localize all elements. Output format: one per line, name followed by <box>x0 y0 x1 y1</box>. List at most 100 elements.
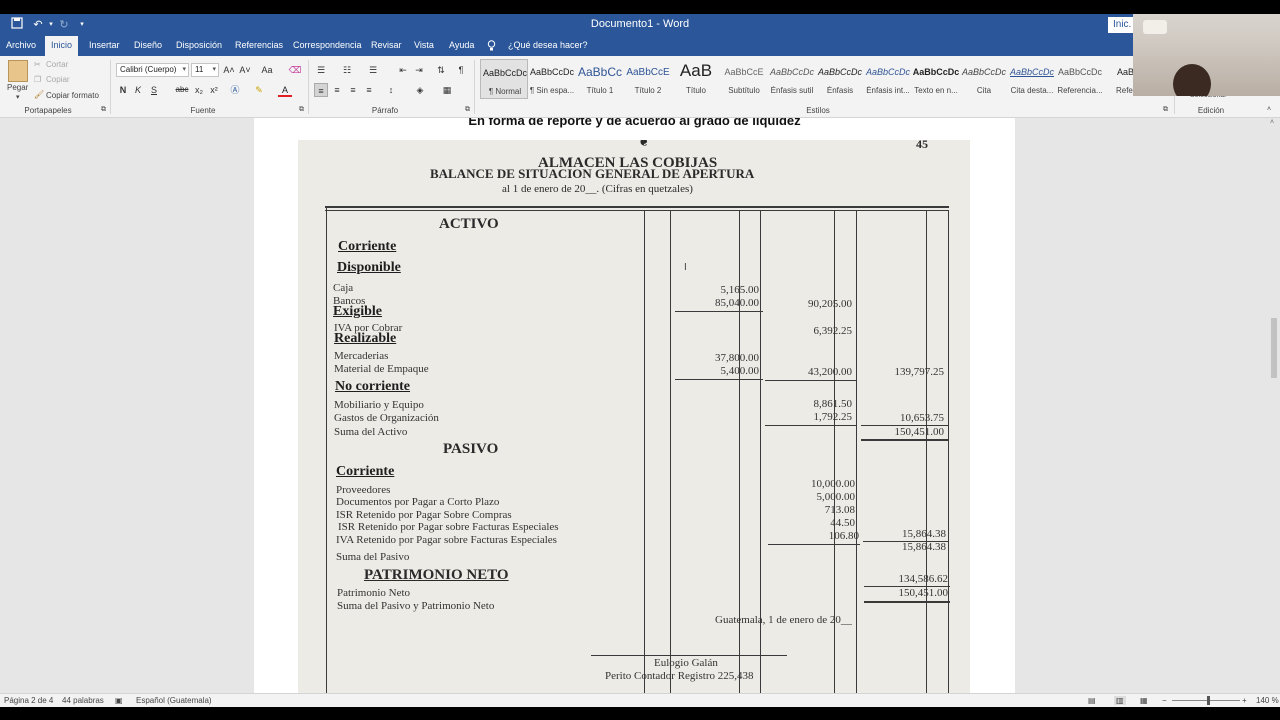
clipboard-group-label: Portapapeles <box>24 106 72 115</box>
zoom-slider[interactable] <box>1172 700 1240 701</box>
multilevel-list-icon[interactable]: ☰ <box>366 63 380 77</box>
align-left-icon[interactable]: ≡ <box>314 83 328 97</box>
style-titulo-1[interactable]: AaBbCc Título 1 <box>576 59 624 99</box>
superscript-button[interactable]: x² <box>207 83 221 97</box>
bold-button[interactable]: N <box>116 83 130 97</box>
style-titulo[interactable]: AaB Título <box>672 59 720 99</box>
style-cita[interactable]: AaBbCcDc Cita <box>960 59 1008 99</box>
collapse-ribbon-icon[interactable]: ˄ <box>1267 106 1271 113</box>
style-referencia-sutil[interactable]: AaBbCcDc Referencia... <box>1056 59 1104 99</box>
paragraph-group-label: Párrafo <box>371 106 399 115</box>
font-launcher-icon[interactable]: ⧉ <box>299 106 304 114</box>
scan-n-proveedores: 10,000.00 <box>811 478 855 490</box>
shading-icon[interactable]: ◈ <box>413 83 427 97</box>
sort-icon[interactable]: ⇅ <box>434 63 448 77</box>
copy-icon: ❐ <box>34 75 42 84</box>
tab-diseno[interactable]: Diseño <box>128 36 168 56</box>
word-count[interactable]: 44 palabras <box>62 696 104 705</box>
style-titulo-2[interactable]: AaBbCcE Título 2 <box>624 59 672 99</box>
font-name-combo[interactable]: Calibri (Cuerpo) ▾ <box>116 63 189 77</box>
tab-correspondencia[interactable]: Correspondencia <box>287 36 368 56</box>
bullets-icon[interactable]: ☰ <box>314 63 328 77</box>
highlight-icon[interactable]: ✎ <box>252 83 266 97</box>
strikethrough-button[interactable]: abc <box>173 83 191 97</box>
zoom-out-icon[interactable]: − <box>1162 696 1167 705</box>
title-bar: ↶ ▾ ↻ ▾ Documento1 - Word Inic. <box>0 14 1280 36</box>
style-enfasis-intenso[interactable]: AaBbCcDc Énfasis int... <box>864 59 912 99</box>
align-right-icon[interactable]: ≡ <box>346 83 360 97</box>
scroll-up-icon[interactable]: ˄ <box>1270 119 1274 126</box>
font-color-icon[interactable]: A <box>278 83 292 97</box>
scan-firma-nombre: Eulogio Galán <box>654 657 718 669</box>
zoom-in-icon[interactable]: + <box>1242 696 1247 705</box>
paste-dropdown-icon[interactable]: ▾ <box>16 93 20 101</box>
line-spacing-icon[interactable]: ↕ <box>384 83 398 97</box>
tab-disposicion[interactable]: Disposición <box>170 36 228 56</box>
zoom-level[interactable]: 140 % <box>1256 696 1279 705</box>
styles-group-label: Estilos <box>806 106 830 115</box>
tab-inicio[interactable]: Inicio <box>45 36 79 56</box>
pilcrow-icon[interactable]: ¶ <box>454 63 468 77</box>
tab-vista[interactable]: Vista <box>408 36 440 56</box>
scrollbar-thumb[interactable] <box>1271 318 1277 378</box>
proofing-icon[interactable]: ▣ <box>115 696 123 705</box>
tab-archivo[interactable]: Archivo <box>0 36 42 56</box>
justify-icon[interactable]: ≡ <box>362 83 376 97</box>
print-layout-icon[interactable]: ▥ <box>1114 696 1126 705</box>
vertical-scrollbar[interactable]: ˄ <box>1268 118 1280 693</box>
italic-button[interactable]: K <box>131 83 145 97</box>
scan-disponible: Disponible <box>337 260 401 275</box>
style-sin-espaciado[interactable]: AaBbCcDc ¶ Sin espa... <box>528 59 576 99</box>
subscript-button[interactable]: x₂ <box>192 83 206 97</box>
text-effects-icon[interactable]: Ⓐ <box>228 83 242 97</box>
copy-button[interactable]: Copiar <box>46 75 70 84</box>
decrease-indent-icon[interactable]: ⇤ <box>396 63 410 77</box>
tab-ayuda[interactable]: Ayuda <box>443 36 480 56</box>
grow-font-button[interactable]: A˄ <box>222 63 236 77</box>
style-enfasis-sutil[interactable]: AaBbCcDc Énfasis sutil <box>768 59 816 99</box>
paste-icon[interactable] <box>8 60 28 82</box>
font-size-combo[interactable]: 11 ▾ <box>191 63 219 77</box>
format-painter-button[interactable]: Copiar formato <box>46 91 99 100</box>
underline-button[interactable]: S <box>147 83 161 97</box>
col-rule <box>644 210 645 693</box>
paste-button[interactable]: Pegar <box>7 83 28 92</box>
style-name: Énfasis sutil <box>770 86 814 95</box>
tab-insertar[interactable]: Insertar <box>83 36 126 56</box>
clear-format-icon[interactable]: ⌫ <box>288 63 302 77</box>
font-name-value: Calibri (Cuerpo) <box>120 65 177 74</box>
tell-me-search[interactable]: ¿Qué desea hacer? <box>502 36 594 56</box>
styles-launcher-icon[interactable]: ⧉ <box>1163 106 1168 114</box>
borders-icon[interactable]: ▦ <box>440 83 454 97</box>
change-case-button[interactable]: Aa <box>258 63 276 77</box>
align-center-icon[interactable]: ≡ <box>330 83 344 97</box>
shrink-font-button[interactable]: A˅ <box>238 63 252 77</box>
scan-n-corriente: 139,797.25 <box>894 366 945 378</box>
total-double-rule <box>864 601 950 603</box>
paragraph-launcher-icon[interactable]: ⧉ <box>465 106 470 114</box>
cut-button[interactable]: Cortar <box>46 60 68 69</box>
tab-referencias[interactable]: Referencias <box>229 36 289 56</box>
numbering-icon[interactable]: ☷ <box>340 63 354 77</box>
style-preview: AaBbCc <box>577 65 623 79</box>
read-mode-icon[interactable]: ▤ <box>1088 696 1096 705</box>
increase-indent-icon[interactable]: ⇥ <box>412 63 426 77</box>
style-referencia-intensa[interactable]: AaBb Refere <box>1104 59 1134 99</box>
language-indicator[interactable]: Español (Guatemala) <box>136 696 212 705</box>
style-texto-negrita[interactable]: AaBbCcDc Texto en n... <box>912 59 960 99</box>
web-layout-icon[interactable]: ▦ <box>1140 696 1148 705</box>
chevron-down-icon: ▾ <box>212 66 216 73</box>
clipboard-launcher-icon[interactable]: ⧉ <box>101 106 106 114</box>
page-count[interactable]: Página 2 de 4 <box>4 696 53 705</box>
style-subtitulo[interactable]: AaBbCcE Subtítulo <box>720 59 768 99</box>
book-ornament-icon: ❦ <box>638 140 650 150</box>
style-preview: AaBbCcE <box>626 67 670 78</box>
zoom-slider-handle[interactable] <box>1207 696 1210 705</box>
scan-n-documentos: 5,000.00 <box>816 491 856 503</box>
document-area[interactable]: En forma de reporte y de acuerdo al grad… <box>0 118 1268 693</box>
tab-revisar[interactable]: Revisar <box>365 36 408 56</box>
style-cita-destacada[interactable]: AaBbCcDc Cita desta... <box>1008 59 1056 99</box>
scan-caja: Caja <box>333 282 354 294</box>
style-normal[interactable]: AaBbCcDc ¶ Normal <box>480 59 528 99</box>
style-enfasis[interactable]: AaBbCcDc Énfasis <box>816 59 864 99</box>
